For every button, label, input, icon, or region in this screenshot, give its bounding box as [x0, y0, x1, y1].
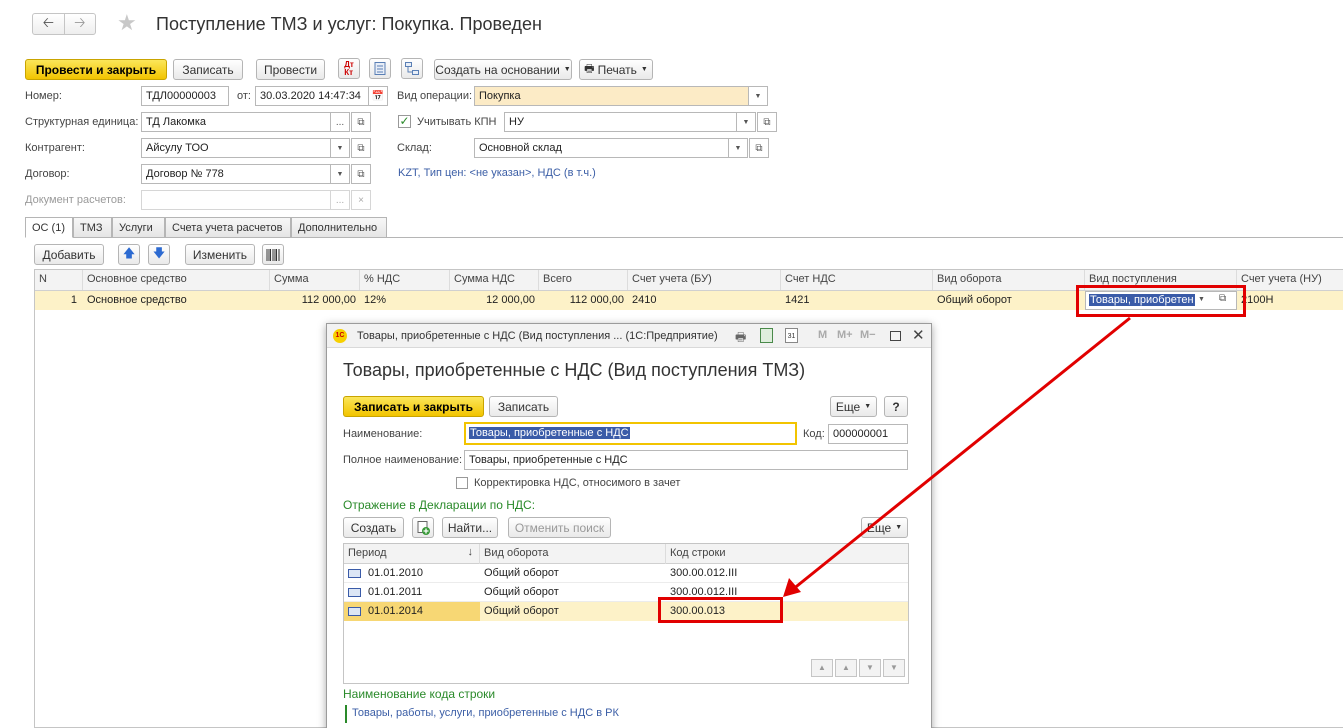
arrow-head	[783, 578, 801, 597]
annotation-arrow	[783, 316, 1131, 597]
arrow-line	[791, 316, 1131, 592]
